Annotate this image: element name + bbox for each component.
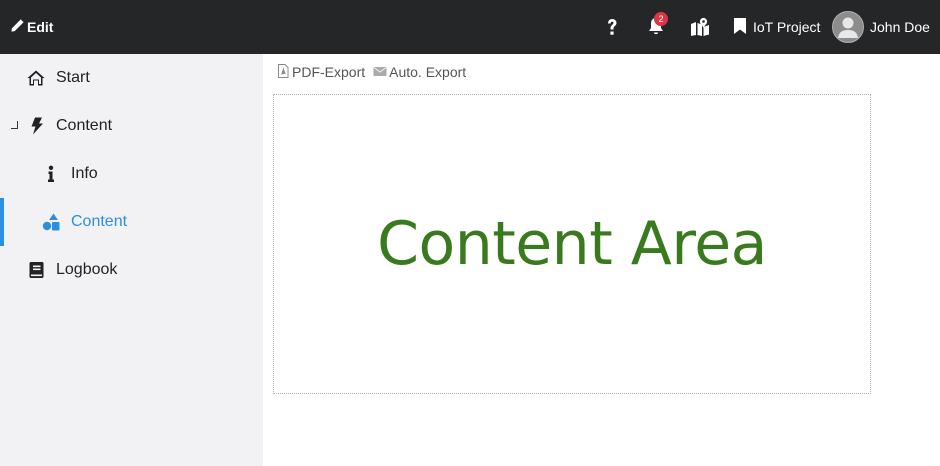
auto-export-label: Auto. Export: [389, 64, 467, 80]
sidebar-item-content[interactable]: Content: [0, 102, 263, 150]
shapes-icon: [42, 213, 60, 231]
bell-icon: [644, 18, 668, 43]
content-area: Content Area: [273, 94, 871, 394]
export-toolbar: PDF-Export Auto. Export: [276, 63, 474, 81]
pdf-export-label: PDF-Export: [292, 64, 366, 80]
project-selector[interactable]: IoT Project: [733, 16, 820, 38]
sidebar-item-label: Info: [71, 165, 98, 182]
sidebar-item-label: Content: [56, 117, 113, 134]
sidebar: Start Content Info Content Logbook: [0, 54, 263, 466]
sidebar-item-content-sub[interactable]: Content: [0, 198, 263, 246]
bookmark-icon: [733, 17, 747, 38]
sidebar-item-label: Start: [56, 69, 90, 86]
user-menu[interactable]: John Doe: [832, 11, 930, 43]
edit-label: Edit: [27, 19, 54, 35]
user-icon: [838, 17, 858, 38]
content-area-title: Content Area: [377, 209, 767, 279]
map-marker-icon: [688, 17, 712, 43]
notifications-button[interactable]: 2: [644, 12, 668, 39]
top-bar: Edit 2 IoT Project John Doe: [0, 0, 940, 54]
sidebar-item-start[interactable]: Start: [0, 54, 263, 102]
user-name: John Doe: [870, 19, 930, 35]
book-icon: [28, 261, 46, 279]
question-icon: [600, 19, 624, 43]
edit-button[interactable]: Edit: [10, 17, 53, 37]
auto-export-button[interactable]: Auto. Export: [373, 64, 466, 81]
sidebar-item-label: Content: [71, 213, 128, 230]
notification-badge: 2: [654, 12, 668, 26]
home-icon: [27, 69, 45, 87]
sidebar-item-info[interactable]: Info: [0, 150, 263, 198]
pdf-export-button[interactable]: PDF-Export: [276, 63, 366, 81]
envelope-icon: [373, 64, 387, 81]
help-button[interactable]: [600, 15, 624, 39]
pdf-file-icon: [276, 63, 290, 81]
sidebar-item-logbook[interactable]: Logbook: [0, 246, 263, 294]
info-icon: [42, 165, 60, 183]
sidebar-item-label: Logbook: [56, 261, 118, 278]
avatar: [832, 11, 864, 43]
active-indicator: [0, 198, 4, 246]
pencil-icon: [10, 18, 25, 36]
bolt-icon: [28, 117, 46, 135]
collapse-indicator-icon[interactable]: [11, 121, 18, 129]
project-label: IoT Project: [753, 19, 821, 35]
map-button[interactable]: [688, 15, 712, 39]
